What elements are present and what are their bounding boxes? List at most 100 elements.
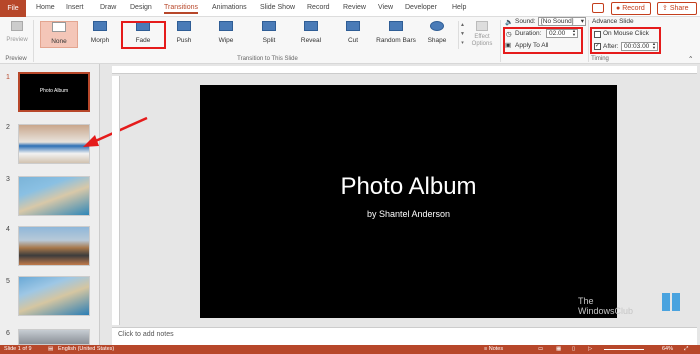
transition-label: Wipe bbox=[218, 37, 234, 44]
transition-label: Push bbox=[176, 37, 192, 44]
highlight-advance bbox=[590, 27, 661, 54]
tab-draw[interactable]: Draw bbox=[100, 4, 116, 11]
advance-slide-title: Advance Slide bbox=[592, 18, 634, 25]
sound-value: [No Sound] bbox=[541, 18, 574, 25]
ribbon-tabs: File Home Insert Draw Design Transitions… bbox=[0, 0, 700, 17]
split-icon bbox=[262, 21, 276, 31]
fit-slide-icon[interactable]: ⤢ bbox=[684, 345, 688, 354]
preview-group-label: Preview bbox=[5, 56, 27, 62]
slide-number: 4 bbox=[6, 226, 10, 233]
share-label: Share bbox=[669, 5, 689, 12]
preview-icon bbox=[11, 21, 23, 31]
highlight-fade bbox=[121, 21, 166, 49]
sound-icon: 🔈 bbox=[505, 19, 514, 26]
tab-transitions[interactable]: Transitions bbox=[164, 4, 198, 14]
transition-split[interactable]: Split bbox=[250, 21, 288, 48]
slideshow-icon[interactable]: ▷ bbox=[588, 345, 592, 354]
slide-number: 3 bbox=[6, 176, 10, 183]
watermark-line2: WindowsClub bbox=[578, 306, 634, 316]
preview-button[interactable]: Preview bbox=[5, 21, 29, 49]
tab-review[interactable]: Review bbox=[343, 4, 366, 11]
record-button[interactable]: ● Record bbox=[611, 2, 651, 15]
effect-options-button[interactable]: Effect Options bbox=[468, 21, 496, 51]
effect-options-label: Effect Options bbox=[471, 34, 493, 47]
tab-slide-show[interactable]: Slide Show bbox=[260, 4, 295, 11]
slide-number: 2 bbox=[6, 124, 10, 131]
transition-random-bars[interactable]: Random Bars bbox=[374, 21, 418, 48]
share-button[interactable]: ⇪ Share bbox=[657, 2, 697, 15]
separator bbox=[33, 20, 34, 62]
transition-shape[interactable]: Shape bbox=[418, 21, 456, 48]
tab-animations[interactable]: Animations bbox=[212, 4, 247, 11]
slide-sorter-icon[interactable]: ▦ bbox=[556, 345, 561, 354]
transition-wipe[interactable]: Wipe bbox=[207, 21, 245, 48]
effect-options-icon bbox=[476, 21, 488, 31]
random-bars-icon bbox=[389, 21, 403, 31]
normal-view-icon[interactable]: ▭ bbox=[538, 345, 543, 354]
transition-reveal[interactable]: Reveal bbox=[292, 21, 330, 48]
preview-label: Preview bbox=[6, 37, 28, 43]
slide-thumbnail-1[interactable]: Photo Album bbox=[18, 72, 90, 112]
thumbnail-title: Photo Album bbox=[39, 88, 69, 94]
zoom-slider[interactable] bbox=[604, 349, 644, 350]
notes-label: Notes bbox=[488, 346, 504, 352]
slide-thumbnails-pane[interactable]: 1 Photo Album 2 3 4 5 6 bbox=[0, 64, 100, 345]
tab-help[interactable]: Help bbox=[452, 4, 466, 11]
transition-label: Reveal bbox=[300, 37, 322, 44]
vertical-ruler bbox=[112, 76, 120, 325]
transition-push[interactable]: Push bbox=[165, 21, 203, 48]
language[interactable]: English (United States) bbox=[58, 345, 114, 354]
reveal-icon bbox=[304, 21, 318, 31]
none-icon bbox=[52, 22, 66, 32]
push-icon bbox=[177, 21, 191, 31]
notes-button[interactable]: ≡ Notes bbox=[484, 345, 503, 354]
shape-icon bbox=[430, 21, 444, 31]
slide-subtitle[interactable]: by Shantel Anderson bbox=[200, 209, 617, 219]
notes-placeholder: Click to add notes bbox=[118, 331, 174, 338]
highlight-duration bbox=[503, 27, 583, 54]
slide-thumbnail-6[interactable] bbox=[18, 329, 90, 345]
horizontal-ruler bbox=[112, 66, 697, 74]
transition-morph[interactable]: Morph bbox=[81, 21, 119, 48]
morph-icon bbox=[93, 21, 107, 31]
tab-record[interactable]: Record bbox=[307, 4, 330, 11]
watermark-line1: The bbox=[578, 296, 594, 306]
notes-pane[interactable]: Click to add notes bbox=[112, 327, 697, 345]
gallery-scroll[interactable]: ▲ ▼ ▾ bbox=[458, 21, 466, 49]
windows-logo-icon bbox=[662, 293, 680, 311]
transition-label: Shape bbox=[427, 37, 447, 44]
slide-canvas[interactable]: Photo Album by Shantel Anderson bbox=[200, 85, 617, 318]
tab-developer[interactable]: Developer bbox=[405, 4, 437, 11]
transition-cut[interactable]: Cut bbox=[334, 21, 372, 48]
collapse-ribbon-icon[interactable]: ⌃ bbox=[688, 55, 693, 63]
slide-thumbnail-3[interactable] bbox=[18, 176, 90, 216]
tab-design[interactable]: Design bbox=[130, 4, 152, 11]
slide-title[interactable]: Photo Album bbox=[200, 173, 617, 201]
tab-view[interactable]: View bbox=[378, 4, 393, 11]
slide-number: 1 bbox=[6, 74, 10, 81]
transition-label: Morph bbox=[90, 37, 110, 44]
transition-group-label: Transition to This Slide bbox=[237, 56, 298, 62]
record-label: Record bbox=[622, 5, 645, 12]
ribbon: Preview Preview None Morph Fade Push Wip… bbox=[0, 17, 700, 64]
transition-none[interactable]: None bbox=[40, 21, 78, 48]
reading-view-icon[interactable]: ▯ bbox=[572, 345, 575, 354]
watermark: The WindowsClub bbox=[578, 296, 633, 316]
separator bbox=[500, 20, 501, 62]
comments-icon[interactable] bbox=[592, 3, 604, 13]
status-bar: Slide 1 of 9 ▤ English (United States) ≡… bbox=[0, 345, 700, 354]
slide-thumbnail-5[interactable] bbox=[18, 276, 90, 316]
sound-dropdown[interactable]: [No Sound] ▾ bbox=[538, 17, 586, 26]
cut-icon bbox=[346, 21, 360, 31]
chevron-down-icon: ▾ bbox=[580, 18, 584, 25]
transition-label: None bbox=[51, 38, 67, 45]
spellcheck-icon[interactable]: ▤ bbox=[48, 345, 53, 354]
tab-insert[interactable]: Insert bbox=[66, 4, 84, 11]
transition-label: Random Bars bbox=[376, 37, 416, 44]
timing-group-label: Timing bbox=[591, 56, 609, 62]
slide-number: 6 bbox=[6, 330, 10, 337]
tab-file[interactable]: File bbox=[0, 0, 26, 17]
tab-home[interactable]: Home bbox=[36, 4, 55, 11]
zoom-level[interactable]: 64% bbox=[662, 345, 673, 354]
slide-thumbnail-4[interactable] bbox=[18, 226, 90, 266]
